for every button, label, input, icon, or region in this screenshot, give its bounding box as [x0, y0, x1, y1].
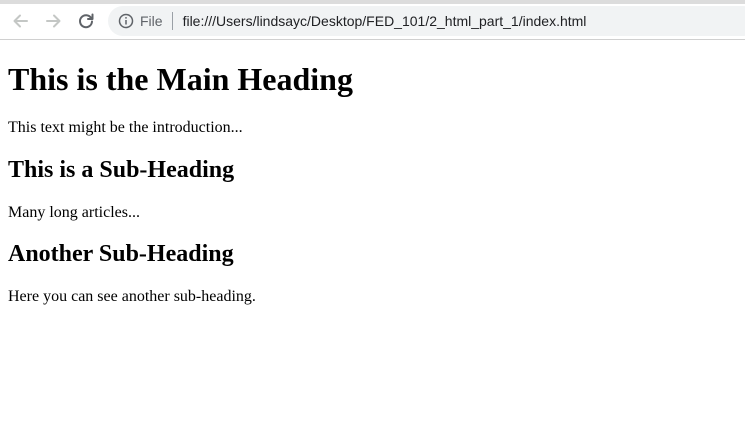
url-text[interactable]: file:///Users/lindsayc/Desktop/FED_101/2… [183, 13, 587, 29]
section-paragraph: Here you can see another sub-heading. [8, 288, 256, 305]
info-icon[interactable] [118, 13, 134, 29]
forward-button[interactable] [42, 9, 66, 33]
page-content: This is the Main Heading This text might… [0, 61, 745, 306]
arrow-right-icon [46, 14, 61, 28]
main-heading: This is the Main Heading [8, 61, 353, 97]
reload-icon [79, 13, 94, 29]
reload-button[interactable] [74, 9, 98, 33]
sub-heading: Another Sub-Heading [8, 241, 234, 267]
tab-strip-edge [0, 0, 745, 4]
section-paragraph: Many long articles... [8, 204, 140, 221]
back-button[interactable] [8, 9, 32, 33]
arrow-left-icon [13, 14, 28, 28]
intro-paragraph: This text might be the introduction... [8, 119, 243, 136]
sub-heading: This is a Sub-Heading [8, 157, 235, 183]
omnibox-divider [171, 12, 173, 30]
address-bar[interactable]: File file:///Users/lindsayc/Desktop/FED_… [108, 6, 745, 36]
scheme-label: File [140, 13, 163, 29]
browser-toolbar: File file:///Users/lindsayc/Desktop/FED_… [0, 0, 745, 40]
